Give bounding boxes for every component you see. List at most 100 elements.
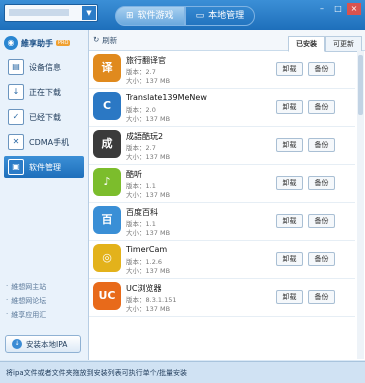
sidebar-item-label: CDMA手机 bbox=[29, 137, 70, 147]
refresh-label: 刷新 bbox=[102, 36, 118, 45]
app-size: 大小：137 MB bbox=[126, 305, 171, 313]
app-size: 大小：137 MB bbox=[126, 115, 171, 123]
main-tabs: ⊞ 软件游戏 ▭ 本地管理 bbox=[115, 6, 256, 26]
translator-app-icon: 译 bbox=[93, 54, 121, 82]
list-item[interactable]: ◎ TimerCam 版本：1.2.6 大小：137 MB 卸载 备份 bbox=[89, 241, 355, 279]
bullet-icon: · bbox=[6, 310, 9, 318]
main-panel: ↻ 刷新 已安装 可更新 译 旅行翻译官 版本：2.7 大小：137 MB 卸载… bbox=[89, 30, 365, 360]
app-name: 酷听 bbox=[126, 170, 142, 179]
brand-badge: PRO bbox=[56, 40, 71, 46]
list-item[interactable]: 译 旅行翻译官 版本：2.7 大小：137 MB 卸载 备份 bbox=[89, 51, 355, 89]
kuting-app-icon: ♪ bbox=[93, 168, 121, 196]
download-icon: ↓ bbox=[8, 84, 24, 100]
tab-updatable[interactable]: 可更新 bbox=[325, 36, 362, 52]
title-bar: ▼ ⊞ 软件游戏 ▭ 本地管理 – □ × bbox=[0, 0, 365, 30]
scrollbar-thumb[interactable] bbox=[358, 55, 363, 115]
tab-installed[interactable]: 已安装 bbox=[288, 36, 325, 52]
sidebar-item-downloaded[interactable]: ✓ 已经下载 bbox=[4, 106, 84, 128]
uc-browser-icon: UC bbox=[93, 282, 121, 310]
refresh-button[interactable]: ↻ 刷新 bbox=[93, 35, 117, 46]
monitor-icon: ▭ bbox=[195, 11, 205, 21]
check-icon: ✓ bbox=[8, 109, 24, 125]
sidebar-item-downloading[interactable]: ↓ 正在下载 bbox=[4, 81, 84, 103]
refresh-icon: ↻ bbox=[93, 35, 100, 44]
app-name: UC浏览器 bbox=[126, 284, 162, 293]
backup-button[interactable]: 备份 bbox=[308, 138, 335, 152]
uninstall-button[interactable]: 卸载 bbox=[276, 214, 303, 228]
link-label: 維想网论坛 bbox=[11, 297, 47, 305]
baidu-baike-icon: 百 bbox=[93, 206, 121, 234]
backup-button[interactable]: 备份 bbox=[308, 214, 335, 228]
list-item[interactable]: 百 百度百科 版本：1.1 大小：137 MB 卸载 备份 bbox=[89, 203, 355, 241]
status-text: 将ipa文件或者文件夹拖放到安装列表可执行单个/批量安装 bbox=[6, 369, 188, 377]
install-label: 安装本地IPA bbox=[26, 339, 68, 349]
device-info-icon: ▤ bbox=[8, 59, 24, 75]
backup-button[interactable]: 备份 bbox=[308, 62, 335, 76]
install-icon: ↓ bbox=[12, 339, 22, 349]
sidebar: ◉ 維享助手 PRO ▤ 设备信息 ↓ 正在下载 ✓ 已经下载 ✕ CDMA手机… bbox=[0, 30, 89, 360]
idiom-game-icon: 成 bbox=[93, 130, 121, 158]
uninstall-button[interactable]: 卸载 bbox=[276, 176, 303, 190]
status-bar: 将ipa文件或者文件夹拖放到安装列表可执行单个/批量安装 bbox=[0, 361, 365, 383]
app-size: 大小：137 MB bbox=[126, 267, 171, 275]
brand: ◉ 維享助手 PRO bbox=[4, 34, 86, 52]
china-mobile-app-icon: C bbox=[93, 92, 121, 120]
app-size: 大小：137 MB bbox=[126, 191, 171, 199]
chevron-down-icon[interactable]: ▼ bbox=[82, 6, 96, 20]
app-name: Translate139MeNew bbox=[126, 93, 207, 102]
backup-button[interactable]: 备份 bbox=[308, 252, 335, 266]
bullet-icon: · bbox=[6, 282, 9, 290]
link-main-site[interactable]: · 維想网主站 bbox=[6, 282, 46, 292]
sidebar-item-software-management[interactable]: ▣ 软件管理 bbox=[4, 156, 84, 178]
uninstall-button[interactable]: 卸载 bbox=[276, 252, 303, 266]
sidebar-item-cdma[interactable]: ✕ CDMA手机 bbox=[4, 131, 84, 153]
tab-local-management[interactable]: ▭ 本地管理 bbox=[184, 6, 256, 26]
tab-label: 本地管理 bbox=[208, 11, 245, 21]
timercam-app-icon: ◎ bbox=[93, 244, 121, 272]
uninstall-button[interactable]: 卸载 bbox=[276, 62, 303, 76]
software-icon: ▣ bbox=[8, 159, 24, 175]
uninstall-button[interactable]: 卸载 bbox=[276, 138, 303, 152]
backup-button[interactable]: 备份 bbox=[308, 100, 335, 114]
app-name: 旅行翻译官 bbox=[126, 56, 166, 65]
list-item[interactable]: UC UC浏览器 版本：8.3.1.151 大小：137 MB 卸载 备份 bbox=[89, 279, 355, 317]
app-list: 译 旅行翻译官 版本：2.7 大小：137 MB 卸载 备份 C Transla… bbox=[89, 51, 355, 317]
subtabs: 已安装 可更新 bbox=[288, 36, 362, 52]
link-app-store[interactable]: · 維享应用汇 bbox=[6, 310, 46, 320]
sidebar-item-label: 设备信息 bbox=[29, 62, 61, 72]
app-size: 大小：137 MB bbox=[126, 77, 171, 85]
tab-label: 软件游戏 bbox=[137, 11, 174, 21]
sidebar-nav: ▤ 设备信息 ↓ 正在下载 ✓ 已经下载 ✕ CDMA手机 ▣ 软件管理 bbox=[4, 56, 84, 181]
window-controls: – □ × bbox=[315, 3, 361, 15]
link-label: 維想网主站 bbox=[11, 283, 47, 291]
sidebar-item-label: 已经下载 bbox=[29, 112, 61, 122]
device-name-redacted bbox=[9, 9, 69, 16]
tab-software-games[interactable]: ⊞ 软件游戏 bbox=[115, 6, 185, 26]
sidebar-item-device-info[interactable]: ▤ 设备信息 bbox=[4, 56, 84, 78]
uninstall-button[interactable]: 卸载 bbox=[276, 100, 303, 114]
device-selector[interactable]: ▼ bbox=[4, 4, 98, 22]
list-item[interactable]: C Translate139MeNew 版本：2.0 大小：137 MB 卸载 … bbox=[89, 89, 355, 127]
install-local-ipa-button[interactable]: ↓ 安装本地IPA bbox=[5, 335, 81, 353]
app-size: 大小：137 MB bbox=[126, 153, 171, 161]
maximize-button[interactable]: □ bbox=[331, 3, 345, 15]
backup-button[interactable]: 备份 bbox=[308, 176, 335, 190]
minimize-button[interactable]: – bbox=[315, 3, 329, 15]
sidebar-links: · 維想网主站 · 維想网论坛 · 維享应用汇 bbox=[6, 282, 46, 324]
link-forum[interactable]: · 維想网论坛 bbox=[6, 296, 46, 306]
brand-logo-icon: ◉ bbox=[4, 36, 18, 50]
brand-name: 維享助手 bbox=[21, 38, 53, 48]
app-size: 大小：137 MB bbox=[126, 229, 171, 237]
sidebar-item-label: 正在下载 bbox=[29, 87, 61, 97]
wrench-icon: ✕ bbox=[8, 134, 24, 150]
app-name: TimerCam bbox=[126, 245, 168, 254]
list-item[interactable]: ♪ 酷听 版本：1.1 大小：137 MB 卸载 备份 bbox=[89, 165, 355, 203]
uninstall-button[interactable]: 卸载 bbox=[276, 290, 303, 304]
app-name: 成語酷玩2 bbox=[126, 132, 164, 141]
close-button[interactable]: × bbox=[347, 3, 361, 15]
backup-button[interactable]: 备份 bbox=[308, 290, 335, 304]
toolbar: ↻ 刷新 已安装 可更新 bbox=[89, 30, 365, 52]
scrollbar[interactable] bbox=[357, 51, 364, 359]
list-item[interactable]: 成 成語酷玩2 版本：2.7 大小：137 MB 卸载 备份 bbox=[89, 127, 355, 165]
game-icon: ⊞ bbox=[126, 11, 134, 21]
